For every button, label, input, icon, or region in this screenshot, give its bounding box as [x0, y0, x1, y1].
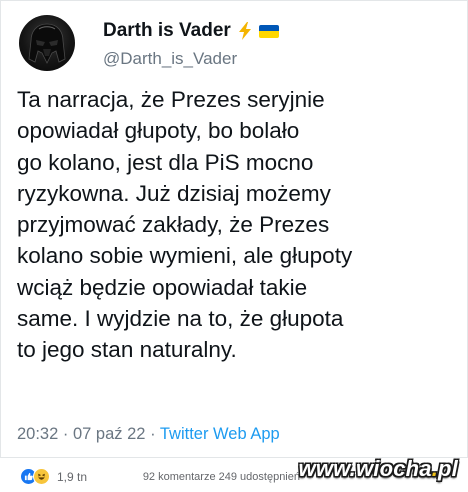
tweet-time[interactable]: 20:32	[17, 425, 58, 443]
tweet-text-line: same. I wyjdzie na to, że głupota	[17, 306, 344, 332]
meta-separator: ·	[62, 425, 69, 443]
watermark-main: www.wiocha	[298, 456, 432, 481]
tweet-source-link[interactable]: Twitter Web App	[160, 425, 280, 443]
avatar[interactable]	[19, 15, 75, 71]
tweet-text: Ta narracja, że Prezes seryjnie opowiada…	[17, 84, 457, 366]
tweet-text-line: to jego stan naturalny.	[17, 337, 237, 363]
author-display-name[interactable]: Darth is Vader	[103, 20, 279, 42]
comments-count[interactable]: 92 komentarze	[143, 471, 216, 483]
reactions-summary[interactable]: 1,9 tn	[20, 468, 87, 485]
tweet-text-line: przyjmować zakłady, że Prezes	[17, 212, 330, 238]
tweet-text-line: wciąż będzie opowiadał takie	[17, 274, 308, 300]
author-handle[interactable]: @Darth_is_Vader	[103, 49, 237, 69]
tweet-text-line: go kolano, jest dla PiS mocno	[17, 149, 314, 175]
ukraine-flag-icon	[258, 24, 279, 38]
tweet-text-line: opowiadał głupoty, bo bolało	[17, 118, 300, 144]
tweet-text-line: ryzykowna. Już dzisiaj możemy	[17, 180, 331, 206]
watermark-logo: www.wiocha.pl	[299, 456, 458, 482]
lightning-icon	[238, 22, 251, 40]
tweet-card: Darth is Vader @Darth_is_Vader Ta narrac…	[0, 0, 468, 458]
tweet-text-line: kolano sobie wymieni, ale głupoty	[17, 243, 353, 269]
darth-vader-helmet-icon	[28, 23, 66, 64]
comments-shares: 92 komentarze 249 udostępnień	[143, 471, 300, 483]
tweet-text-line: Ta narracja, że Prezes seryjnie	[17, 87, 325, 112]
author-name-text: Darth is Vader	[103, 20, 231, 41]
tweet-metadata: 20:32 · 07 paź 22 · Twitter Web App	[17, 425, 280, 444]
haha-icon	[33, 468, 50, 485]
shares-count[interactable]: 249 udostępnień	[219, 471, 300, 483]
meta-separator: ·	[150, 425, 156, 443]
watermark-tld: pl	[438, 456, 458, 481]
tweet-date[interactable]: 07 paź 22	[73, 425, 145, 443]
reaction-count: 1,9 tn	[57, 469, 88, 484]
